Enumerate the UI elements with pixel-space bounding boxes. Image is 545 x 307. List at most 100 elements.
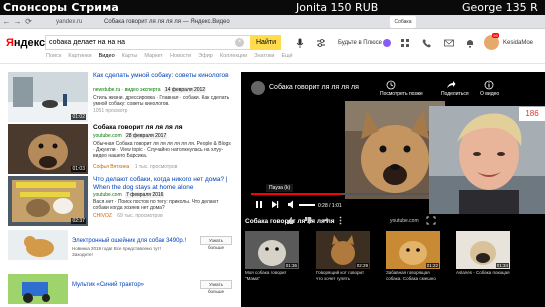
ad-title[interactable]: Мультик «Синий трактор» <box>72 282 144 288</box>
service-tab-9[interactable]: Знатоки <box>254 53 274 61</box>
related-video-title[interactable]: Говорящий кот говорит что хочет гулять <box>316 270 372 281</box>
source-name: newstube.ru <box>93 87 121 93</box>
thumbs-up-icon[interactable] <box>286 216 295 225</box>
result-views: 1051 просмотр <box>93 108 128 114</box>
ad-more-button[interactable]: Узнать больше <box>200 280 232 294</box>
logo-letter: Я <box>6 37 14 49</box>
streamer-image <box>429 106 545 214</box>
player-title[interactable]: Собака говорит ля ля ля ля <box>269 84 359 91</box>
stream-sponsor-bar: Спонсоры Стрима Jonita 150 RUB George 13… <box>0 0 545 15</box>
reload-icon[interactable]: ⟳ <box>24 17 33 26</box>
result-description: Стиль жизни. дрессировка · Главная · соб… <box>93 95 230 107</box>
video-duration: 01:03 <box>71 166 86 172</box>
source-extra: · видео эксперта <box>121 87 161 93</box>
watch-later-label[interactable]: Посмотреть позже <box>380 91 423 97</box>
mail-icon[interactable] <box>444 38 454 48</box>
related-video-thumbnail[interactable]: 01:34 <box>456 231 510 269</box>
bell-icon[interactable] <box>465 38 475 48</box>
username[interactable]: KesidaMoe <box>503 40 533 46</box>
video-result[interactable]: 02:37 Что делают собаки, когда никого не… <box>8 176 233 228</box>
author-name: CHIVOZ <box>93 213 112 219</box>
microphone-icon[interactable] <box>296 38 304 48</box>
service-tab-4[interactable]: Карты <box>122 53 138 61</box>
related-video-thumbnail[interactable]: 01:36 <box>245 231 299 269</box>
logo-text: ндекс <box>13 37 46 49</box>
video-thumbnail[interactable]: 02:37 <box>8 176 88 226</box>
streamer-webcam <box>429 106 545 214</box>
search-box: × <box>45 35 251 50</box>
video-result[interactable]: 01:02 Как сделать умной собаку: советы к… <box>8 72 233 124</box>
pause-icon[interactable] <box>255 200 263 209</box>
grid-icon[interactable] <box>400 38 410 48</box>
result-description: Обычная Собака говорит ля ля ля ля ля ля… <box>93 141 231 159</box>
info-icon[interactable] <box>484 80 494 90</box>
related-video-thumbnail[interactable]: 02:29 <box>316 231 370 269</box>
filter-icon[interactable] <box>316 38 326 48</box>
result-title[interactable]: Что делают собаки, когда никого нет дома… <box>93 176 235 191</box>
result-views: 69 тыс. просмотров <box>117 213 163 219</box>
result-source[interactable]: newstube.ru · видео эксперта 14 февраля … <box>93 87 207 93</box>
related-video-title[interactable]: Моя собака говорит "Мама" <box>245 270 301 281</box>
service-tab-2[interactable]: Картинки <box>68 53 91 61</box>
video-duration: 02:29 <box>355 263 369 268</box>
result-views: 1 тыс. просмотров <box>134 164 178 170</box>
related-video-title[interactable]: Забавная говорящая собака. Собака смешно <box>386 270 442 281</box>
result-source[interactable]: youtube.com 7 февраля 2016 <box>93 192 165 198</box>
back-arrow-icon[interactable]: ← <box>2 17 11 26</box>
service-tab-6[interactable]: Новости <box>170 53 191 61</box>
video-info-label[interactable]: О видео <box>480 91 499 97</box>
phone-icon[interactable] <box>422 38 432 48</box>
author-name: Софья Вятхина <box>93 164 130 170</box>
page-tab-title: Собака говорит ля ля ля ля — Яндекс.Виде… <box>104 19 230 25</box>
address-bar[interactable]: yandex.ru <box>56 17 102 27</box>
video-duration: 02:37 <box>71 218 86 224</box>
service-tab-3[interactable]: Видео <box>99 53 115 61</box>
fullscreen-icon[interactable] <box>426 216 436 225</box>
next-icon[interactable] <box>271 200 279 209</box>
search-button[interactable]: Найти <box>251 35 281 50</box>
video-thumbnail[interactable]: 01:03 <box>8 124 88 174</box>
ad-more-button[interactable]: Узнать больше <box>200 236 232 250</box>
ad-block[interactable]: Электронный ошейник для собак 3490р.! Но… <box>8 228 233 263</box>
plus-promo-link[interactable]: Будьте в Плюсе <box>338 40 382 46</box>
share-icon[interactable] <box>320 216 329 225</box>
related-video-thumbnail[interactable]: 01:22 <box>386 231 440 269</box>
service-tab-7[interactable]: Эфир <box>198 53 213 61</box>
video-result[interactable]: 01:03 Собака говорит ля ля ля ля youtube… <box>8 124 233 176</box>
ad-image[interactable] <box>8 230 68 260</box>
ad-title[interactable]: Электронный ошейник для собак 3490р.! <box>72 238 186 244</box>
forward-arrow-icon[interactable]: → <box>13 17 22 26</box>
service-tab-10[interactable]: Ещё <box>281 53 292 61</box>
result-title[interactable]: Собака говорит ля ля ля ля <box>93 124 235 132</box>
service-tabs: Поиск Картинки Видео Карты Маркет Новости Эфир… <box>46 53 293 61</box>
result-title[interactable]: Как сделать умной собаку: советы кинолог… <box>93 72 235 80</box>
service-tab-8[interactable]: Коллекции <box>220 53 247 61</box>
service-tab-1[interactable]: Поиск <box>46 53 61 61</box>
clock-icon[interactable] <box>386 80 396 90</box>
ad-block[interactable]: Мультик «Синий трактор» Узнать больше <box>8 272 233 307</box>
result-author[interactable]: CHIVOZ 69 тыс. просмотров <box>93 213 163 219</box>
result-author[interactable]: Софья Вятхина 1 тыс. просмотров <box>93 164 177 170</box>
search-input[interactable] <box>49 37 229 48</box>
service-tab-5[interactable]: Маркет <box>144 53 163 61</box>
related-video-title[interactable]: Aslanes - Собака поющая <box>456 270 512 276</box>
progress-bar[interactable] <box>251 193 445 195</box>
channel-avatar[interactable] <box>251 81 265 95</box>
thumbs-down-icon[interactable] <box>304 216 313 225</box>
result-source[interactable]: youtube.com 28 февраля 2017 <box>93 133 168 139</box>
volume-slider[interactable] <box>299 204 315 206</box>
more-icon[interactable] <box>336 216 345 225</box>
share-icon[interactable] <box>446 80 456 90</box>
volume-icon[interactable] <box>287 200 297 209</box>
share-label[interactable]: Поделиться <box>441 91 469 97</box>
video-thumbnail[interactable]: 01:02 <box>8 72 88 122</box>
youtube-source-label[interactable]: youtube.com <box>390 218 419 224</box>
plus-icon[interactable] <box>382 38 392 48</box>
cartoon-tractor-image <box>8 274 68 304</box>
ad-image[interactable] <box>8 274 68 304</box>
clear-icon[interactable]: × <box>235 38 244 47</box>
browser-tab[interactable]: Собака <box>390 16 416 28</box>
video-duration: 01:22 <box>425 263 439 268</box>
progress-fill <box>251 193 343 195</box>
yandex-logo[interactable]: Яндекс <box>6 37 45 49</box>
